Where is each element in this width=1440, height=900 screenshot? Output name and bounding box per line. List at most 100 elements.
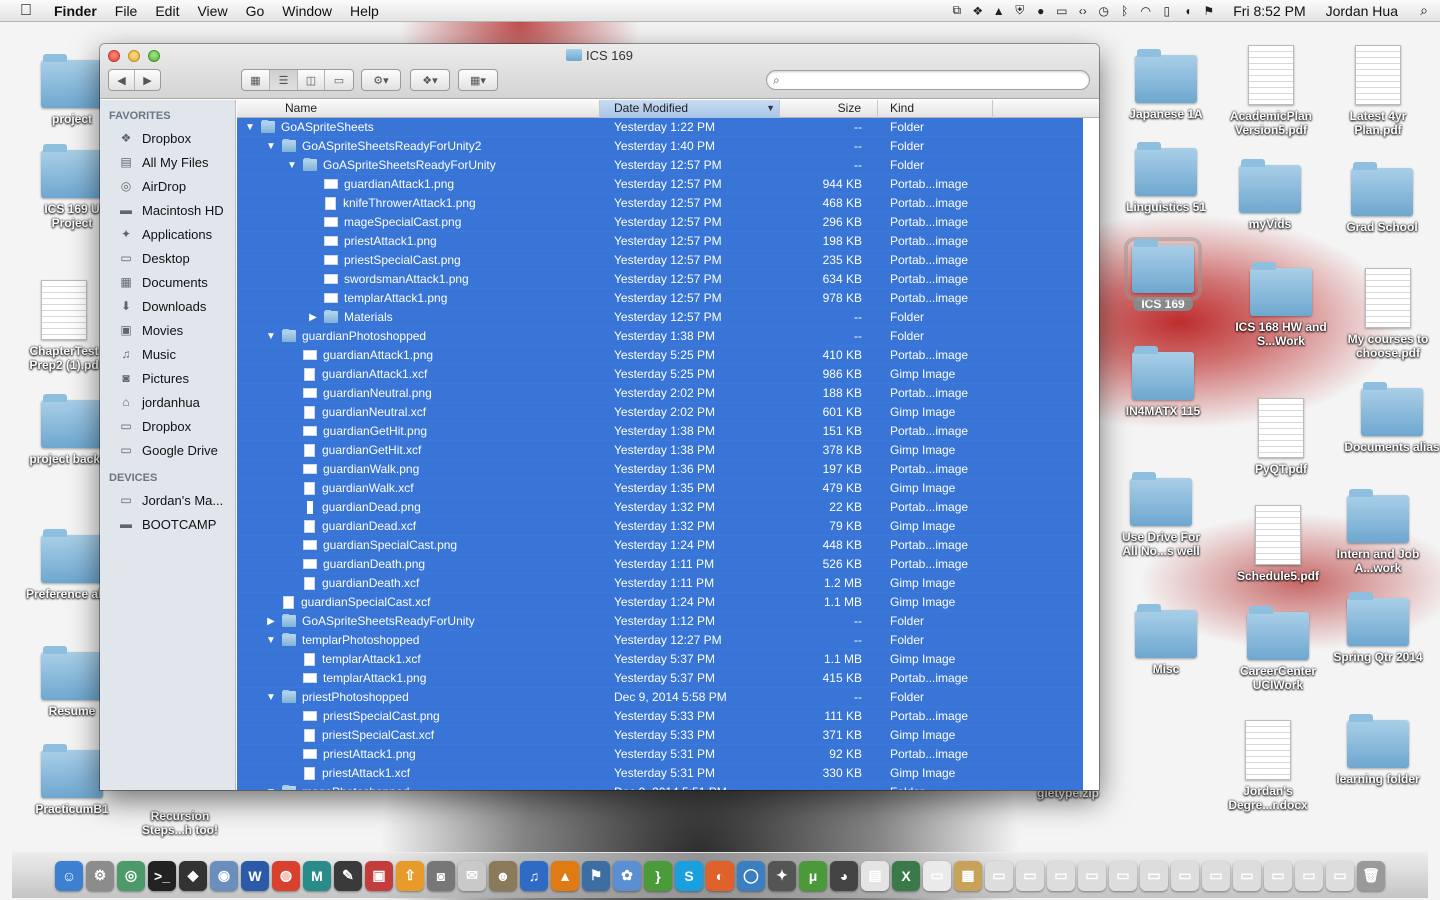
desktop-icon-learning-folder[interactable]: learning folder [1330, 714, 1426, 786]
disclosure-closed-icon[interactable]: ▶ [306, 312, 320, 323]
disclosure-open-icon[interactable]: ▼ [264, 635, 278, 646]
code-icon[interactable]: ‹› [1072, 4, 1093, 18]
vlc-icon[interactable]: ▲ [551, 860, 579, 891]
disclosure-open-icon[interactable]: ▼ [264, 787, 278, 791]
photos-icon[interactable]: ✿ [613, 860, 641, 891]
file-row[interactable]: guardianNeutral.xcf Yesterday 2:02 PM 601 … [237, 403, 1083, 422]
file-row[interactable]: templarAttack1.png Yesterday 12:57 PM 978 … [237, 289, 1083, 308]
sidebar-item-desktop[interactable]: ▭ Desktop [100, 246, 235, 270]
pdf-doc-icon[interactable]: ▤ [861, 860, 889, 891]
window-thumb-icon[interactable]: ▭ [1233, 860, 1261, 891]
menu-help[interactable]: Help [341, 3, 388, 19]
python-icon[interactable]: ⚑ [582, 860, 610, 891]
finder-icon[interactable]: ☺ [55, 860, 83, 891]
window-thumb-icon[interactable]: ▭ [985, 860, 1013, 891]
system-preferences-icon[interactable]: ⚙ [86, 860, 114, 891]
menu-file[interactable]: File [106, 3, 147, 19]
file-row[interactable]: ▶ Materials Yesterday 12:57 PM -- Folder [237, 308, 1083, 327]
unity-icon[interactable]: ◆ [179, 860, 207, 891]
volume-icon[interactable]: ◖ [1177, 4, 1198, 18]
dropbox-icon[interactable]: ❖ [967, 4, 988, 18]
bluetooth-icon[interactable]: ᛒ [1114, 4, 1135, 18]
trash-icon[interactable]: 🗑 [1357, 860, 1385, 891]
file-row[interactable]: guardianDead.png Yesterday 1:32 PM 22 KB Po… [237, 498, 1083, 517]
desktop-icon-academicplan-version5-pdf[interactable]: AcademicPlan Version5.pdf [1223, 45, 1319, 137]
disclosure-open-icon[interactable]: ▼ [264, 692, 278, 703]
file-row[interactable]: templarAttack1.xcf Yesterday 5:37 PM 1.1 M… [237, 650, 1083, 669]
desktop-icon-linguistics-51[interactable]: Linguistics 51 [1118, 142, 1214, 214]
window-thumb-icon[interactable]: ▭ [1047, 860, 1075, 891]
desktop-icon-my-courses-to-choose-pdf[interactable]: My courses to choose.pdf [1340, 268, 1436, 360]
column-header-name[interactable]: Name [237, 100, 600, 118]
window-thumb-icon[interactable]: ▭ [1264, 860, 1292, 891]
word-icon[interactable]: W [241, 860, 269, 891]
disclosure-open-icon[interactable]: ▼ [264, 331, 278, 342]
time-machine-icon[interactable]: ◷ [1093, 4, 1114, 18]
desktop-icon-myvids[interactable]: myVids [1222, 159, 1318, 231]
alfred-icon[interactable]: ✦ [768, 860, 796, 891]
battery-meter-icon[interactable]: ▭ [1051, 4, 1072, 18]
sidebar-item-downloads[interactable]: ⬇ Downloads [100, 294, 235, 318]
file-row[interactable]: guardianAttack1.png Yesterday 5:25 PM 410 … [237, 346, 1083, 365]
brackets-icon[interactable]: } [644, 860, 672, 891]
desktop-icon-grad-school[interactable]: Grad School [1334, 162, 1430, 234]
file-row[interactable]: ▼ GoASpriteSheets Yesterday 1:22 PM -- Folde… [237, 118, 1083, 137]
file-row[interactable]: guardianSpecialCast.xcf Yesterday 1:24 PM… [237, 593, 1083, 612]
file-row[interactable]: guardianWalk.png Yesterday 1:36 PM 197 KB P… [237, 460, 1083, 479]
menubar-clock[interactable]: Fri 8:52 PM [1219, 3, 1315, 19]
utorrent-icon[interactable]: μ [799, 860, 827, 891]
flag-icon[interactable]: ⚑ [1198, 4, 1219, 18]
file-row[interactable]: ▼ GoASpriteSheetsReadyForUnity2 Yesterday … [237, 137, 1083, 156]
sidebar-item-dropbox[interactable]: ❖ Dropbox [100, 126, 235, 150]
file-row[interactable]: guardianGetHit.png Yesterday 1:38 PM 151 K… [237, 422, 1083, 441]
desktop-icon-use-drive-for-all-no-s-well[interactable]: Use Drive For All No...s well [1113, 472, 1209, 558]
window-thumb-icon[interactable]: ▭ [1171, 860, 1199, 891]
sidebar-item-documents[interactable]: ▦ Documents [100, 270, 235, 294]
sidebar-item-applications[interactable]: ✦ Applications [100, 222, 235, 246]
menu-edit[interactable]: Edit [146, 3, 188, 19]
desktop-icon-spring-qtr-2014[interactable]: Spring Qtr 2014 [1330, 592, 1426, 664]
disclosure-open-icon[interactable]: ▼ [243, 122, 257, 133]
window-thumb-icon[interactable]: ▭ [1202, 860, 1230, 891]
file-row[interactable]: guardianAttack1.xcf Yesterday 5:25 PM 986 … [237, 365, 1083, 384]
file-row[interactable]: priestSpecialCast.png Yesterday 5:33 PM 11… [237, 707, 1083, 726]
file-row[interactable]: templarAttack1.png Yesterday 5:37 PM 415 K… [237, 669, 1083, 688]
search-field[interactable]: ⌕ [766, 70, 1090, 90]
file-row[interactable]: ▶ GoASpriteSheetsReadyForUnity Yesterday 1… [237, 612, 1083, 631]
file-row[interactable]: guardianDeath.png Yesterday 1:11 PM 526 KB… [237, 555, 1083, 574]
file-row[interactable]: priestAttack1.png Yesterday 12:57 PM 198 K… [237, 232, 1083, 251]
camera-icon[interactable]: ◙ [427, 860, 455, 891]
file-row[interactable]: mageSpecialCast.png Yesterday 12:57 PM 296… [237, 213, 1083, 232]
alert-icon[interactable]: ● [1030, 4, 1051, 18]
back-button[interactable]: ◀ [109, 70, 135, 90]
desktop-icon-recursion-steps-h-too-[interactable]: Recursion Steps...h too! [132, 805, 228, 837]
file-row[interactable]: knifeThrowerAttack1.png Yesterday 12:57 P… [237, 194, 1083, 213]
audio-icon[interactable]: ♫ [520, 860, 548, 891]
network-icon[interactable]: ◎ [117, 860, 145, 891]
column-header-size[interactable]: Size [780, 100, 878, 118]
sidebar-item-google-drive[interactable]: ▭ Google Drive [100, 438, 235, 462]
window-thumb-icon[interactable]: ▭ [1140, 860, 1168, 891]
battery-icon[interactable]: ▯ [1156, 4, 1177, 18]
desktop-icon-intern-and-job-a-work[interactable]: Intern and Job A...work [1330, 489, 1426, 575]
vertical-scrollbar[interactable] [1088, 120, 1097, 390]
file-row[interactable]: priestSpecialCast.xcf Yesterday 5:33 PM 37… [237, 726, 1083, 745]
desktop-icon-jordan-s-degre-r-docx[interactable]: Jordan's Degre...r.docx [1220, 720, 1316, 812]
sidebar-item-bootcamp[interactable]: ▬ BOOTCAMP [100, 512, 235, 536]
desktop-icon-schedule5-pdf[interactable]: Schedule5.pdf [1230, 505, 1326, 583]
column-view-button[interactable]: ◫ [298, 70, 325, 90]
column-header-date-modified[interactable]: Date Modified ▼ [600, 100, 780, 118]
gear-icon[interactable]: ⚙▾ [362, 70, 400, 90]
menubar-user[interactable]: Jordan Hua [1316, 3, 1408, 19]
file-row[interactable]: ▼ guardianPhotoshopped Yesterday 1:38 PM --… [237, 327, 1083, 346]
google-drive-icon[interactable]: ▲ [988, 4, 1009, 18]
desktop-icon-chaptertest-prep2-1-pd[interactable]: ChapterTest Prep2 (1).pd [16, 280, 112, 372]
apple-menu-icon[interactable]:  [20, 2, 42, 20]
upload-icon[interactable]: ⇧ [396, 860, 424, 891]
disclosure-closed-icon[interactable]: ▶ [264, 616, 278, 627]
cover-flow-button[interactable]: ▭ [325, 70, 353, 90]
preview-icon[interactable]: ◉ [210, 860, 238, 891]
list-view-button[interactable]: ☰ [270, 70, 298, 90]
window-thumb-icon[interactable]: ▭ [1109, 860, 1137, 891]
window-thumb-icon[interactable]: ▭ [1016, 860, 1044, 891]
